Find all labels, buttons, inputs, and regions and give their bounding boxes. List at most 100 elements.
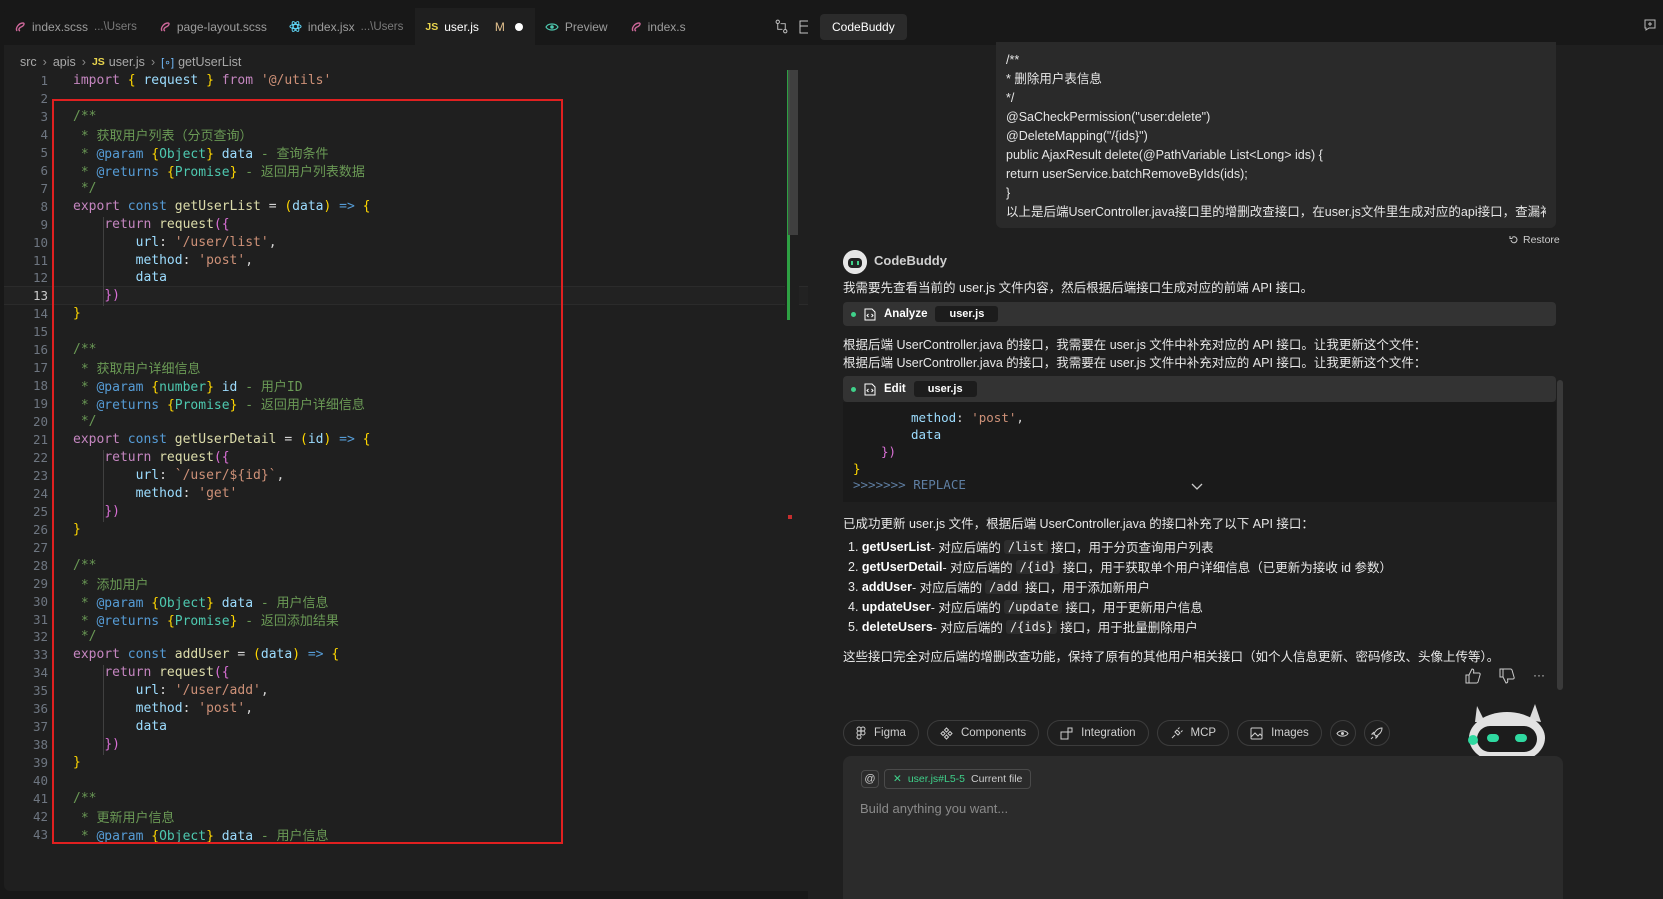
code-line[interactable]: 43 * @param {Object} data - 用户信息 (4, 825, 840, 844)
breadcrumb-item-src[interactable]: src (20, 55, 37, 69)
code-text: method: 'post', (135, 252, 254, 268)
code-text: */ (73, 414, 97, 430)
code-text: export const addUser = (data) => { (73, 647, 340, 663)
code-line[interactable]: 18 * @param {number} id - 用户ID (4, 376, 840, 395)
list-item: 5. deleteUsers - 对应后端的/{ids} 接口，用于批量删除用户 (848, 617, 1198, 636)
figma-chip[interactable]: Figma (843, 720, 919, 746)
code-line[interactable]: 33 export const addUser = (data) => { (4, 645, 840, 664)
code-editor[interactable]: 1 import { request } from '@/utils' 2 3/** 4… (4, 71, 847, 891)
code-line[interactable]: 12 data (4, 268, 840, 287)
code-text: * @param {Object} data - 查询条件 (73, 146, 329, 162)
code-line[interactable]: 29 * 添加用户 (4, 574, 840, 593)
breadcrumb-item-apis[interactable]: apis (53, 55, 76, 69)
code-line[interactable]: 8 export const getUserList = (data) => { (4, 197, 840, 216)
code-line[interactable]: 9 return request({ (4, 215, 840, 234)
more-options-icon[interactable]: ··· (1533, 668, 1545, 684)
code-line[interactable]: 19 * @returns {Promise} - 返回用户详细信息 (4, 394, 840, 413)
context-file-chip[interactable]: ✕ user.js#L5-5 Current file (884, 769, 1032, 789)
tab-page-layout-scss[interactable]: page-layout.scss (149, 8, 279, 45)
code-line[interactable]: 7 */ (4, 179, 840, 198)
tab-user-js[interactable]: JS user.js M (415, 8, 535, 45)
code-line[interactable]: 31 * @returns {Promise} - 返回添加结果 (4, 610, 840, 629)
code-line[interactable]: 41 /** (4, 789, 840, 808)
code-text: import { request } from '@/utils' (73, 73, 332, 88)
code-text: method: 'get' (135, 485, 238, 501)
code-line[interactable]: 25 }) (4, 502, 840, 521)
code-line[interactable]: 16 /** (4, 340, 840, 359)
code-line[interactable]: 15 (4, 322, 840, 341)
code-line[interactable]: 4 * 获取用户列表（分页查询） (4, 125, 840, 144)
code-line[interactable]: 36 method: 'post', (4, 699, 840, 718)
code-line[interactable]: 26} (4, 520, 840, 539)
analyze-card[interactable]: Analyze user.js (843, 302, 1556, 326)
code-line[interactable]: 35 url: '/user/add', (4, 681, 840, 700)
file-chip[interactable]: user.js (935, 306, 999, 322)
list-item: 1. getUserList - 对应后端的/list 接口，用于分页查询用户列表 (848, 537, 1213, 556)
bot-name: CodeBuddy (874, 253, 947, 268)
unsaved-dot-icon[interactable] (514, 23, 523, 31)
breadcrumb-item-symbol[interactable]: getUserList (178, 55, 241, 69)
list-text: - 对应后端的 (932, 621, 1003, 635)
tab-preview[interactable]: Preview (535, 8, 620, 45)
code-line[interactable]: 34 return request({ (4, 663, 840, 682)
code-line[interactable]: 42 * 更新用户信息 (4, 807, 840, 826)
code-line[interactable]: 28 /** (4, 556, 840, 575)
line-number: 6 (40, 162, 48, 178)
mcp-chip[interactable]: MCP (1156, 720, 1230, 746)
inline-code: /add (985, 579, 1022, 594)
close-icon[interactable]: ✕ (893, 773, 902, 785)
code-line[interactable]: 30 * @param {Object} data - 用户信息 (4, 592, 840, 611)
tab-index-jsx[interactable]: index.jsx ...\Users (279, 8, 416, 45)
restore-button[interactable]: Restore (1509, 234, 1560, 246)
code-line[interactable]: 11 method: 'post', (4, 251, 840, 270)
compare-changes-icon[interactable] (774, 19, 789, 34)
chevron-down-icon[interactable] (1191, 483, 1203, 491)
integration-chip[interactable]: Integration (1047, 720, 1149, 746)
code-line[interactable]: 5 * @param {Object} data - 查询条件 (4, 143, 840, 162)
code-line[interactable]: 10 url: '/user/list', (4, 233, 840, 252)
edit-card[interactable]: Edit user.js (843, 376, 1556, 402)
code-line[interactable]: 22 return request({ (4, 448, 840, 467)
tab-index-scss[interactable]: index.scss ...\Users (4, 8, 149, 45)
code-token: }) (881, 444, 897, 459)
deploy-chip[interactable] (1363, 720, 1390, 746)
code-line[interactable]: 32 */ (4, 627, 840, 646)
tab-index-s[interactable]: index.s (620, 8, 698, 45)
code-line[interactable]: 20 */ (4, 412, 840, 431)
components-chip[interactable]: Components (926, 720, 1040, 746)
breadcrumb-item-file[interactable]: user.js (109, 55, 145, 69)
thumbs-up-icon[interactable] (1465, 668, 1481, 684)
line-number: 2 (40, 90, 48, 106)
eye-icon (1336, 729, 1349, 738)
line-number: 12 (32, 270, 48, 286)
code-line[interactable]: 1 import { request } from '@/utils' (4, 71, 840, 90)
code-line[interactable]: 27 (4, 538, 840, 557)
list-text: - 对应后端的 (942, 561, 1013, 575)
chevron-right-icon: › (150, 55, 156, 69)
mention-button[interactable]: @ (861, 770, 879, 788)
chat-tab[interactable]: CodeBuddy (820, 14, 907, 40)
code-line[interactable]: 17 * 获取用户详细信息 (4, 358, 840, 377)
code-line[interactable]: 38 }) (4, 735, 840, 754)
preview-chip[interactable] (1329, 720, 1356, 746)
code-line[interactable]: 13 }) (4, 286, 840, 306)
code-line[interactable]: 21 export const getUserDetail = (id) => { (4, 430, 840, 449)
code-line[interactable]: 3 /** (4, 107, 840, 126)
scroll-thumb[interactable] (788, 70, 798, 235)
thumbs-down-icon[interactable] (1499, 668, 1515, 684)
new-chat-icon[interactable] (1643, 18, 1657, 32)
react-file-icon (289, 20, 302, 33)
code-line[interactable]: 6 * @returns {Promise} - 返回用户列表数据 (4, 161, 840, 180)
code-line[interactable]: 37 data (4, 717, 840, 736)
code-line[interactable]: 39} (4, 753, 840, 772)
code-line[interactable]: 2 (4, 89, 840, 108)
code-line[interactable]: 24 method: 'get' (4, 484, 840, 503)
code-text: data (135, 719, 167, 735)
file-chip[interactable]: user.js (913, 381, 977, 397)
code-line[interactable]: 23 url: `/user/${id}`, (4, 466, 840, 485)
code-line[interactable]: 14} (4, 304, 840, 323)
chat-scrollbar[interactable] (1557, 380, 1563, 690)
code-line[interactable]: 40 (4, 771, 840, 790)
images-chip[interactable]: Images (1237, 720, 1322, 746)
chat-input[interactable] (860, 798, 1540, 818)
